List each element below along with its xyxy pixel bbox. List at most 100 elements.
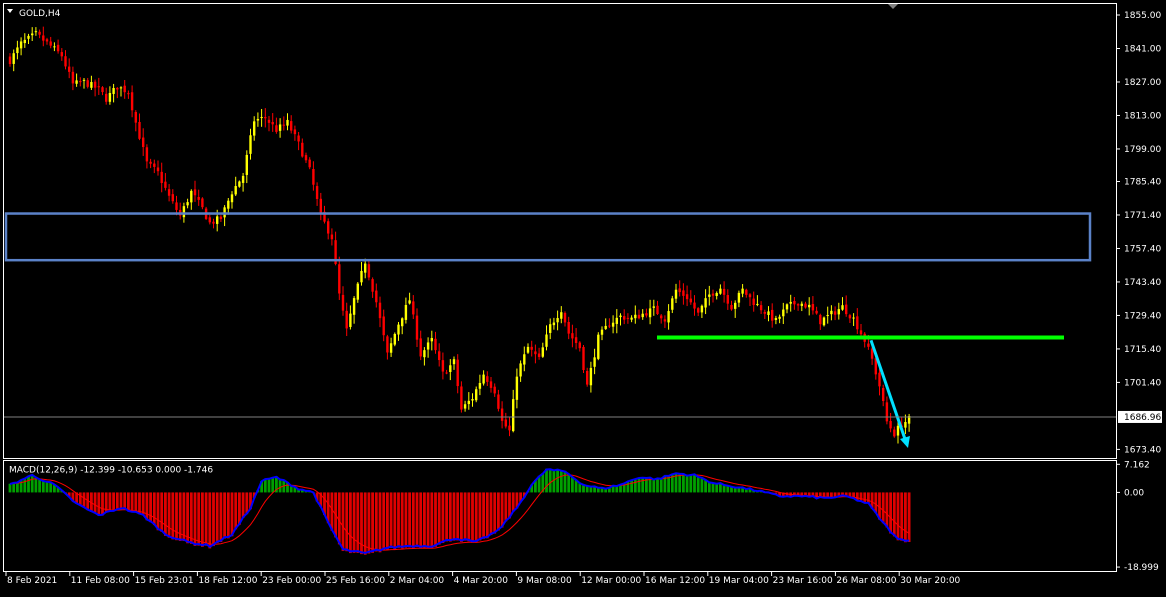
candle [523,346,526,372]
candle [785,303,789,314]
candle [456,354,459,394]
candle [60,48,63,61]
candle [116,87,119,99]
macd-histogram-bar [82,492,86,508]
candle-body [31,33,34,36]
candle-body [256,118,260,121]
candle [645,308,648,318]
price-tick-label: 1673.40 [1124,445,1161,455]
candle [893,426,896,438]
candle [530,340,533,357]
candle-body [552,322,556,326]
candle [689,290,692,305]
candle-body [423,350,426,358]
candle [197,189,200,206]
candle-body [745,289,748,295]
macd-histogram-bar [378,492,382,553]
candle-body [704,298,707,308]
macd-histogram-bar [356,492,360,553]
candle [393,332,396,347]
candle [304,152,308,164]
time-tick-label: 18 Feb 12:00 [198,576,257,586]
candle-body [763,311,766,314]
candle-body [752,298,755,306]
candle-body [23,39,26,44]
candle [423,347,426,366]
candle-body [64,56,67,67]
chart-shift-marker-icon[interactable] [888,4,898,9]
candle [789,294,792,312]
candle-body [105,93,108,102]
candle-body [190,190,193,203]
candle [582,345,585,373]
candle [260,108,263,127]
candle [674,283,678,304]
macd-histogram-bar [201,492,204,547]
chart-canvas[interactable]: 1855.00 1841.00 1827.00 1813.00 1799.00 1785.… [0,0,1166,593]
candle-body [401,318,404,327]
candle-body [386,336,389,353]
macd-tick-label: -18.999 [1124,563,1159,573]
candle [397,321,400,341]
candle [774,315,778,325]
candle-body [238,181,241,187]
annotations-layer [4,212,1116,448]
candles-layer [8,26,911,444]
candle-body [367,264,371,278]
candle [830,305,833,321]
candle-body [286,119,289,126]
candle-body [889,420,892,429]
candle-body [345,310,348,329]
candle [756,295,759,307]
candle-body [253,121,256,136]
candle [660,314,663,324]
macd-histogram-bar [900,492,904,541]
candle [156,160,160,176]
chart-window[interactable]: 1855.00 1841.00 1827.00 1813.00 1799.00 1785.… [0,0,1166,593]
candle-body [249,135,252,154]
candle-body [71,71,75,84]
candle-body [45,39,49,42]
macd-histogram-bar [478,492,482,541]
candle [153,159,156,174]
candle-body [878,372,881,387]
candle [463,400,467,412]
candle [486,371,489,386]
candle-body [748,294,752,298]
candle [386,334,389,360]
candle-body [711,293,715,296]
candle-body [419,338,422,357]
candle-body [541,347,544,357]
macd-histogram-bar [867,492,870,504]
macd-histogram-bar [707,482,711,493]
macd-histogram-bar [160,492,164,532]
candle-body [404,304,408,320]
candle-body [785,304,789,310]
macd-histogram-bar [374,492,378,552]
candle [904,414,907,435]
macd-histogram-bar [330,492,334,531]
candle [748,293,752,307]
macd-histogram-bar [497,492,500,531]
candle [75,73,78,87]
macd-histogram-bar [715,483,719,493]
candle-body [700,305,704,313]
candle-body [79,80,82,83]
candle-body [408,300,411,304]
candle-body [715,293,718,296]
candle [23,33,26,48]
macd-histogram-bar [112,492,115,512]
macd-histogram-bar [230,492,234,537]
macd-histogram-bar [504,492,508,522]
macd-histogram-bar [656,477,659,493]
candle [186,198,189,209]
candle-body [608,325,611,327]
macd-histogram-bar [678,473,682,493]
candle-body [267,119,271,123]
main-pane-frame [3,3,1117,459]
dropdown-triangle-icon[interactable] [7,9,13,13]
candle [208,214,211,225]
candle-body [512,399,515,432]
candle [708,285,711,306]
time-tick-label: 11 Feb 08:00 [71,576,130,586]
